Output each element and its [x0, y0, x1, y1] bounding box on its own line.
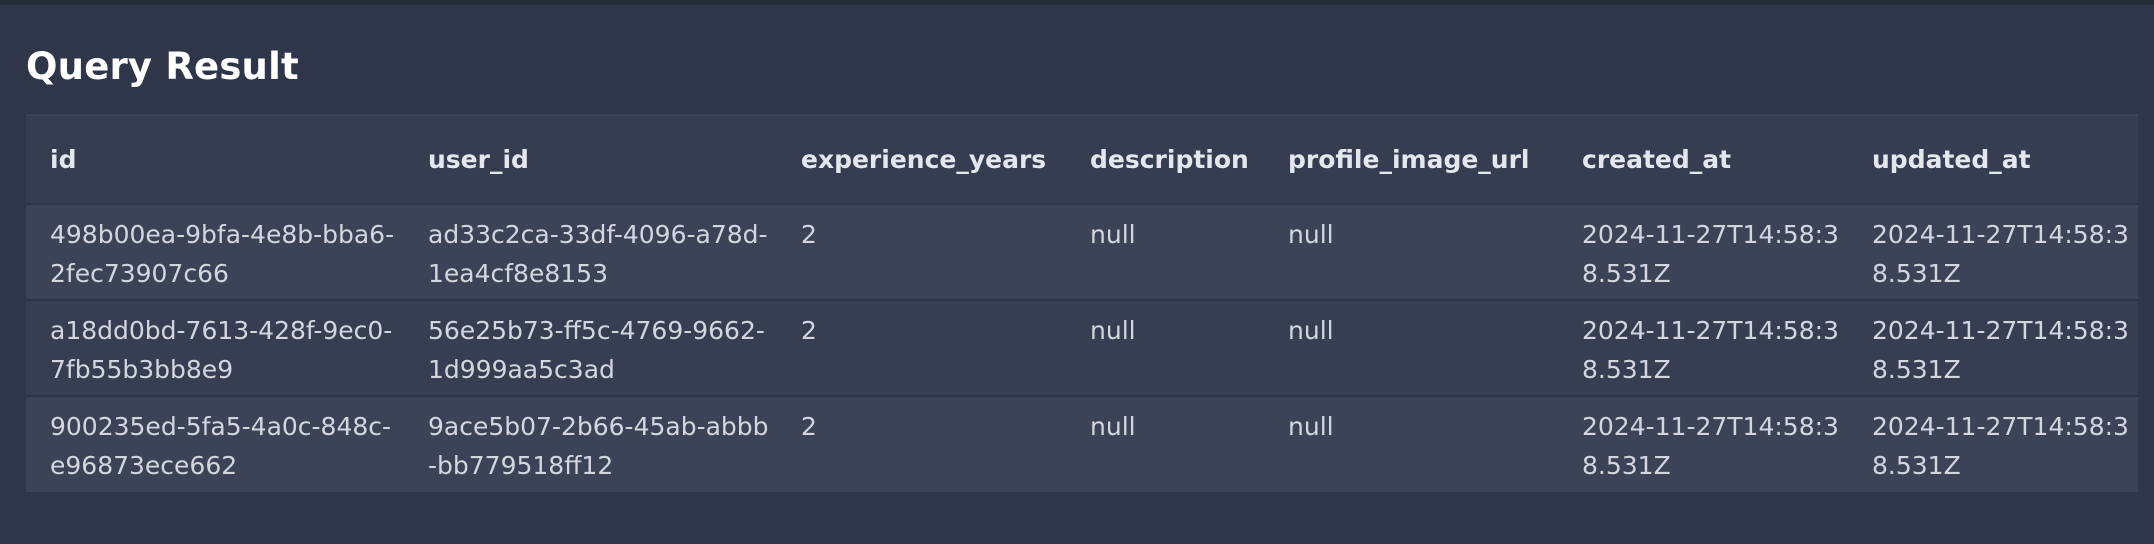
cell-user-id: 9ace5b07-2b66-45ab-abbb-bb779518ff12	[428, 412, 769, 480]
cell-experience-years: 2	[801, 220, 817, 249]
cell-user-id: 56e25b73-ff5c-4769-9662-1d999aa5c3ad	[428, 316, 765, 384]
panel-title: Query Result	[26, 45, 299, 88]
cell-profile-image-url: null	[1288, 220, 1334, 249]
table-header: id user_id experience_years description …	[26, 116, 2138, 204]
cell-profile-image-url: null	[1288, 412, 1334, 441]
cell-experience-years: 2	[801, 316, 817, 345]
header-row: id user_id experience_years description …	[26, 116, 2138, 204]
cell-user-id: ad33c2ca-33df-4096-a78d-1ea4cf8e8153	[428, 220, 768, 288]
column-header-user-id[interactable]: user_id	[404, 116, 777, 204]
result-table: id user_id experience_years description …	[26, 116, 2138, 492]
cell-created-at: 2024-11-27T14:58:38.531Z	[1582, 412, 1839, 480]
cell-updated-at: 2024-11-27T14:58:38.531Z	[1872, 316, 2129, 384]
column-header-id[interactable]: id	[26, 116, 404, 204]
table-row: 900235ed-5fa5-4a0c-848c-e96873ece662 9ac…	[26, 396, 2138, 492]
cell-description: null	[1090, 412, 1136, 441]
cell-created-at: 2024-11-27T14:58:38.531Z	[1582, 316, 1839, 384]
column-header-description[interactable]: description	[1066, 116, 1264, 204]
cell-id: a18dd0bd-7613-428f-9ec0-7fb55b3bb8e9	[50, 316, 393, 384]
cell-description: null	[1090, 316, 1136, 345]
table-body: 498b00ea-9bfa-4e8b-bba6-2fec73907c66 ad3…	[26, 204, 2138, 492]
table-row: a18dd0bd-7613-428f-9ec0-7fb55b3bb8e9 56e…	[26, 300, 2138, 396]
cell-updated-at: 2024-11-27T14:58:38.531Z	[1872, 412, 2129, 480]
query-result-panel: Query Result id user_id experience_years…	[26, 5, 2138, 492]
cell-id: 900235ed-5fa5-4a0c-848c-e96873ece662	[50, 412, 392, 480]
cell-created-at: 2024-11-27T14:58:38.531Z	[1582, 220, 1839, 288]
column-header-created-at[interactable]: created_at	[1558, 116, 1848, 204]
cell-experience-years: 2	[801, 412, 817, 441]
cell-description: null	[1090, 220, 1136, 249]
cell-profile-image-url: null	[1288, 316, 1334, 345]
column-header-experience-years[interactable]: experience_years	[777, 116, 1066, 204]
column-header-updated-at[interactable]: updated_at	[1848, 116, 2138, 204]
column-header-profile-image-url[interactable]: profile_image_url	[1264, 116, 1558, 204]
cell-id: 498b00ea-9bfa-4e8b-bba6-2fec73907c66	[50, 220, 395, 288]
table-row: 498b00ea-9bfa-4e8b-bba6-2fec73907c66 ad3…	[26, 204, 2138, 300]
cell-updated-at: 2024-11-27T14:58:38.531Z	[1872, 220, 2129, 288]
